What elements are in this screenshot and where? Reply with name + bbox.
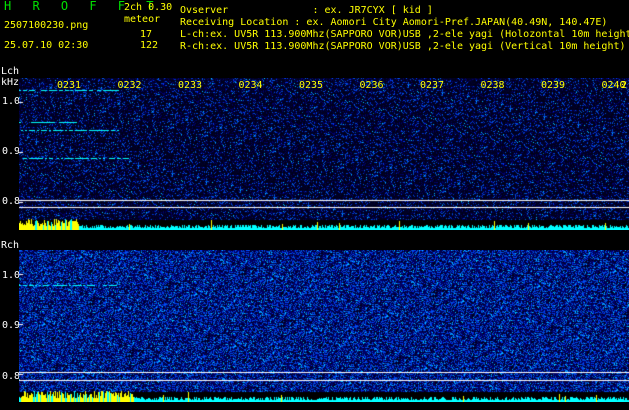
location-line: Receiving Location : ex. Aomori City Aom… — [180, 17, 608, 28]
timestamp-label: 25.07.10 02:30 — [4, 40, 89, 51]
time-tick: 0238 — [480, 80, 505, 91]
khz-label: kHz — [1, 77, 20, 88]
rch-count: 122 — [140, 40, 159, 51]
time-tick: 0234 — [238, 80, 263, 91]
lch-ytick-1-0: 1.0 — [2, 96, 21, 107]
rch-config-line: R-ch:ex. UV5R 113.900Mhz(SAPPORO VOR)USB… — [180, 41, 626, 52]
version-label: 2ch 0.30 — [124, 2, 173, 13]
time-tick: 0232 — [117, 80, 142, 91]
lch-config-line: L-ch:ex. UV5R 113.900Mhz(SAPPORO VOR)USB… — [180, 29, 629, 40]
observer-line: Ovserver : ex. JR7CYX [ kid ] — [180, 5, 433, 16]
lch-ytick-0-8: 0.8 — [2, 196, 21, 207]
time-tick: 2 — [621, 80, 628, 91]
time-tick: 0239 — [541, 80, 566, 91]
filename-label: 2507100230.png — [4, 20, 89, 31]
rch-label: Rch — [1, 240, 20, 251]
lch-ytick-0-9: 0.9 — [2, 146, 21, 157]
lch-count: 17 — [140, 29, 153, 40]
time-tick: 0233 — [178, 80, 203, 91]
time-tick: 0237 — [420, 80, 445, 91]
lch-label: Lch — [1, 66, 20, 77]
time-tick: 0235 — [299, 80, 324, 91]
lch-spectrogram[interactable] — [19, 78, 629, 230]
rch-spectrogram[interactable] — [19, 250, 629, 402]
rch-ytick-1-0: 1.0 — [2, 270, 21, 281]
time-tick: 0236 — [359, 80, 384, 91]
time-tick: 0231 — [57, 80, 82, 91]
rch-ytick-0-8: 0.8 — [2, 371, 21, 382]
rch-ytick-0-9: 0.9 — [2, 320, 21, 331]
mode-label: meteor — [124, 14, 161, 25]
